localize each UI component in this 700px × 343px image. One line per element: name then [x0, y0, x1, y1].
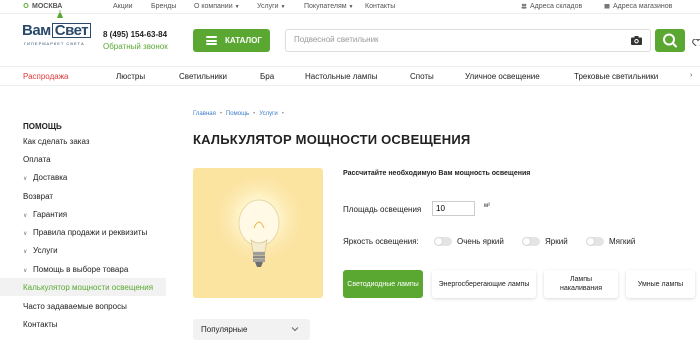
- city-label: МОСКВА: [32, 3, 63, 10]
- lamp-type-incandescent[interactable]: Лампы накаливания: [544, 270, 618, 298]
- callback-link[interactable]: Обратный звонок: [103, 42, 168, 51]
- nav-item-sconces[interactable]: Бра: [260, 72, 274, 81]
- nav-item-track[interactable]: Трековые светильники: [574, 72, 658, 81]
- toggle-soft[interactable]: [586, 237, 604, 246]
- sidebar-item-how-to-order[interactable]: Как сделать заказ: [23, 137, 90, 146]
- sidebar-item-power-calculator[interactable]: Калькулятор мощности освещения: [23, 283, 153, 292]
- favorites-icon[interactable]: [692, 36, 700, 46]
- chevron-down-icon: ▼: [234, 4, 240, 10]
- sidebar-item-product-help[interactable]: ∨ Помощь в выборе товара: [23, 265, 128, 274]
- chevron-down-icon: ▼: [348, 4, 354, 10]
- chevron-down-icon: ∨: [23, 213, 28, 219]
- chevron-down-icon: [291, 327, 299, 332]
- lamp-type-smart[interactable]: Умные лампы: [626, 270, 695, 298]
- phone-number[interactable]: 8 (495) 154-63-84: [103, 30, 167, 39]
- breadcrumb-separator: •: [253, 111, 256, 117]
- city-selector[interactable]: МОСКВА: [23, 3, 62, 10]
- sort-dropdown[interactable]: Популярные: [193, 319, 310, 340]
- sidebar-item-warranty[interactable]: ∨ Гарантия: [23, 210, 67, 219]
- top-link-customers-label: Покупателям: [304, 3, 347, 10]
- lamp-logo-icon: [57, 10, 63, 18]
- toggle-bright[interactable]: [522, 237, 540, 246]
- top-link-promo[interactable]: Акции: [113, 3, 133, 10]
- top-link-about[interactable]: О компании ▼: [194, 3, 240, 10]
- sidebar-item-faq[interactable]: Часто задаваемые вопросы: [23, 302, 127, 311]
- logo-text-box: Свет: [51, 23, 92, 38]
- area-input[interactable]: [432, 201, 475, 216]
- sidebar-item-delivery[interactable]: ∨ Доставка: [23, 173, 67, 182]
- breadcrumb-separator: •: [219, 111, 222, 117]
- search-input[interactable]: [294, 35, 614, 44]
- nav-item-sale[interactable]: Распродажа: [23, 72, 69, 81]
- top-link-contacts[interactable]: Контакты: [365, 3, 395, 10]
- breadcrumb-separator: •: [281, 111, 284, 117]
- stores-label: Адреса магазинов: [613, 3, 673, 10]
- catalog-label: КАТАЛОГ: [225, 36, 262, 45]
- page-title: КАЛЬКУЛЯТОР МОЩНОСТИ ОСВЕЩЕНИЯ: [193, 132, 471, 147]
- lamp-type-energy-saving[interactable]: Энергосберегающие лампы: [432, 270, 536, 298]
- stores-link[interactable]: Адреса магазинов: [604, 3, 672, 10]
- search-button[interactable]: [655, 29, 685, 52]
- sidebar-item-services[interactable]: ∨ Услуги: [23, 246, 58, 255]
- search-box: [285, 29, 651, 52]
- sort-selected: Популярные: [201, 325, 248, 334]
- logo-text: Вам Свет: [22, 22, 92, 39]
- search-icon: [663, 33, 677, 48]
- lamp-type-led[interactable]: Светодиодные лампы: [343, 270, 423, 298]
- breadcrumb-home[interactable]: Главная: [193, 111, 216, 117]
- sidebar-item-contacts[interactable]: Контакты: [23, 320, 58, 329]
- top-link-brands[interactable]: Бренды: [151, 3, 176, 10]
- breadcrumb-services[interactable]: Услуги: [259, 111, 277, 117]
- chevron-down-icon: ▼: [280, 4, 286, 10]
- sidebar-item-label: Правила продажи и реквизиты: [33, 228, 148, 237]
- top-bar: МОСКВА Акции Бренды О компании ▼ Услуги …: [0, 0, 700, 14]
- top-link-services[interactable]: Услуги ▼: [257, 3, 285, 10]
- site-logo[interactable]: Вам Свет ГИПЕРМАРКЕТ СВЕТА: [22, 10, 92, 58]
- chevron-right-icon[interactable]: ›: [690, 72, 692, 79]
- toggle-soft-label: Мягкий: [609, 237, 636, 246]
- location-pin-icon: [23, 3, 29, 8]
- chevron-down-icon: ∨: [23, 231, 28, 237]
- main-nav: Распродажа Люстры Светильники Бра Настол…: [0, 66, 700, 86]
- menu-icon: [206, 36, 217, 45]
- top-link-services-label: Услуги: [257, 3, 279, 10]
- sidebar-item-payment[interactable]: Оплата: [23, 155, 51, 164]
- nav-item-chandeliers[interactable]: Люстры: [116, 72, 145, 81]
- light-bulb-illustration: [193, 168, 323, 298]
- calculator-heading: Рассчитайте необходимую Вам мощность осв…: [343, 170, 531, 177]
- toggle-very-bright[interactable]: [434, 237, 452, 246]
- nav-item-fixtures[interactable]: Светильники: [179, 72, 227, 81]
- toggle-very-bright-label: Очень яркий: [457, 237, 504, 246]
- chevron-down-icon: ∨: [23, 268, 28, 274]
- sidebar-item-label: Гарантия: [33, 210, 68, 219]
- top-link-customers[interactable]: Покупателям ▼: [304, 3, 353, 10]
- area-label: Площадь освещения: [343, 205, 422, 214]
- sidebar-item-label: Помощь в выборе товара: [33, 265, 129, 274]
- catalog-button[interactable]: КАТАЛОГ: [193, 29, 270, 52]
- camera-icon[interactable]: [631, 36, 642, 45]
- sidebar-item-returns[interactable]: Возврат: [23, 192, 53, 201]
- logo-text-main: Вам: [22, 22, 51, 39]
- warehouses-link[interactable]: Адреса складов: [521, 3, 582, 10]
- nav-item-spots[interactable]: Споты: [410, 72, 434, 81]
- top-link-about-label: О компании: [194, 3, 233, 10]
- light-bulb-icon: [209, 173, 309, 273]
- sidebar-item-label: Доставка: [33, 173, 68, 182]
- chevron-down-icon: ∨: [23, 176, 28, 182]
- sidebar-item-rules[interactable]: ∨ Правила продажи и реквизиты: [23, 228, 147, 237]
- store-icon: [604, 4, 610, 9]
- breadcrumb: Главная • Помощь • Услуги •: [193, 111, 288, 117]
- sidebar-title: ПОМОЩЬ: [23, 122, 62, 131]
- brightness-label: Яркость освещения:: [343, 237, 419, 246]
- chevron-down-icon: ∨: [23, 249, 28, 255]
- toggle-bright-label: Яркий: [545, 237, 568, 246]
- logo-subtitle: ГИПЕРМАРКЕТ СВЕТА: [24, 41, 85, 46]
- people-icon: [521, 3, 527, 9]
- nav-item-outdoor[interactable]: Уличное освещение: [465, 72, 540, 81]
- nav-item-table-lamps[interactable]: Настольные лампы: [305, 72, 377, 81]
- warehouses-label: Адреса складов: [530, 3, 583, 10]
- area-unit: м²: [484, 203, 491, 209]
- sidebar-item-label: Услуги: [33, 246, 58, 255]
- breadcrumb-help[interactable]: Помощь: [226, 111, 249, 117]
